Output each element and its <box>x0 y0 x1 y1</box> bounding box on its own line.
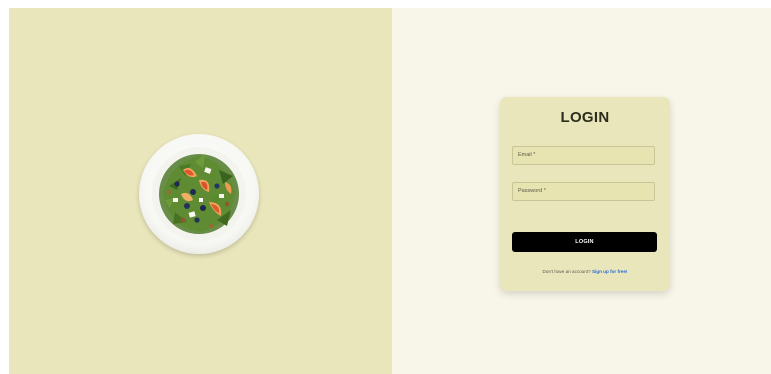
login-panel: LOGIN Email * Password * LOGIN Don't hav… <box>392 8 771 374</box>
email-field[interactable]: Email * <box>512 146 655 165</box>
login-button[interactable]: LOGIN <box>512 232 657 252</box>
signup-prompt-text: Don't have an account? <box>542 269 591 274</box>
password-placeholder: Password * <box>518 188 546 194</box>
login-card: LOGIN Email * Password * LOGIN Don't hav… <box>500 97 670 291</box>
salad-icon <box>152 147 246 241</box>
hero-panel <box>9 8 392 374</box>
signup-link[interactable]: Sign up for free! <box>592 269 627 274</box>
signup-prompt: Don't have an account? Sign up for free! <box>500 269 670 274</box>
login-title: LOGIN <box>560 109 610 126</box>
password-field[interactable]: Password * <box>512 182 655 201</box>
page-frame: LOGIN Email * Password * LOGIN Don't hav… <box>9 8 771 374</box>
salad-plate-image <box>139 134 259 254</box>
email-placeholder: Email * <box>518 152 536 158</box>
